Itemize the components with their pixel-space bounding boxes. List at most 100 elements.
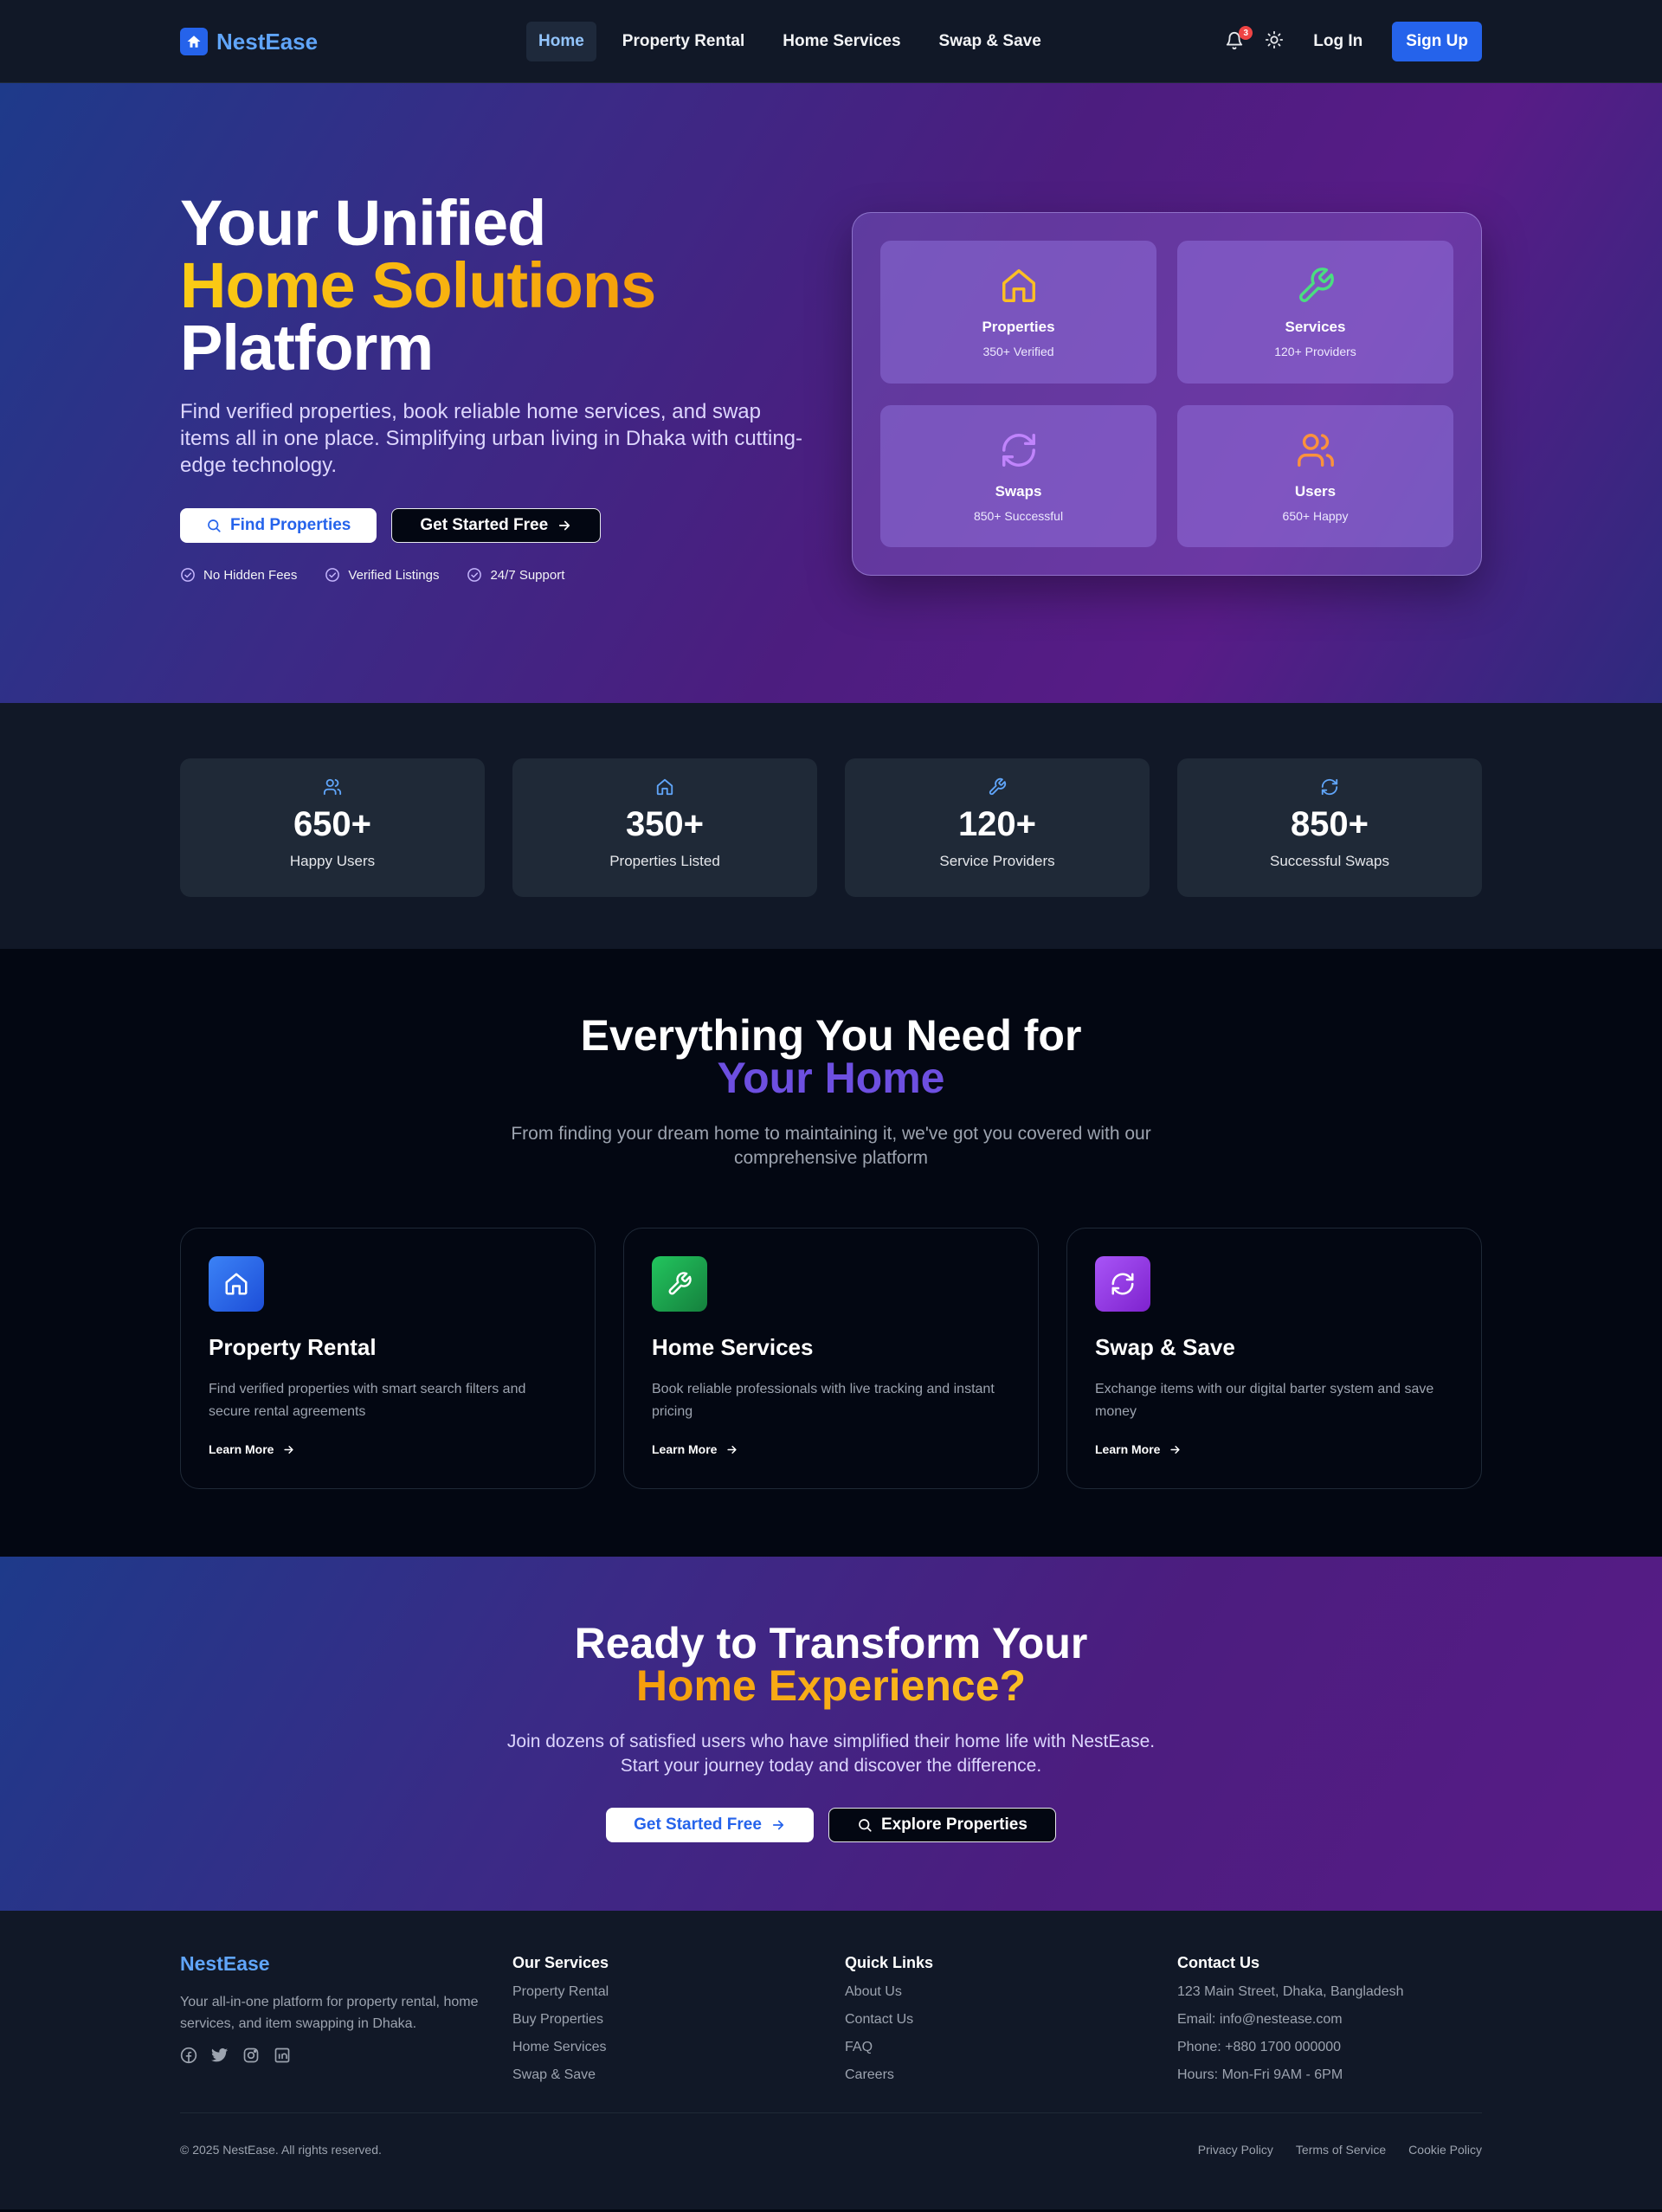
twitter-icon[interactable] xyxy=(211,2047,229,2068)
cta-title-line1: Ready to Transform Your xyxy=(574,1619,1088,1667)
wrench-icon xyxy=(1296,265,1336,306)
instagram-icon[interactable] xyxy=(242,2047,260,2068)
cta-buttons: Get Started Free Explore Properties xyxy=(180,1808,1482,1842)
home-icon xyxy=(656,778,673,796)
get-started-button[interactable]: Get Started Free xyxy=(391,508,602,543)
hero-checklist: No Hidden Fees Verified Listings 24/7 Su… xyxy=(180,567,803,583)
search-icon xyxy=(208,519,221,532)
stat-value: 120+ xyxy=(957,805,1037,843)
learn-more-link[interactable]: Learn More xyxy=(652,1442,1010,1456)
footer-link[interactable]: Swap & Save xyxy=(512,2067,817,2083)
feature-card-desc: Exchange items with our digital barter s… xyxy=(1095,1382,1434,1419)
contact-hours: Hours: Mon-Fri 9AM - 6PM xyxy=(1177,2067,1343,2082)
stat-value: 350+ xyxy=(625,805,705,843)
users-icon xyxy=(1296,429,1336,471)
check-item: Verified Listings xyxy=(325,567,439,583)
cta-explore-properties-button[interactable]: Explore Properties xyxy=(828,1808,1056,1842)
feature-card-title: Property Rental xyxy=(209,1334,377,1360)
home-icon xyxy=(209,1256,264,1312)
learn-more-link[interactable]: Learn More xyxy=(209,1442,567,1456)
arrow-right-icon xyxy=(559,520,570,531)
nav-swap-save[interactable]: Swap & Save xyxy=(927,22,1053,61)
stat-label: Happy Users xyxy=(289,853,376,869)
stat-label: Service Providers xyxy=(939,853,1055,869)
features-title-highlight: Your Home xyxy=(717,1054,945,1102)
refresh-icon xyxy=(1095,1256,1150,1312)
check-label: Verified Listings xyxy=(348,567,440,583)
cta-section: Ready to Transform Your Home Experience?… xyxy=(0,1557,1662,1911)
footer-link[interactable]: Contact Us xyxy=(845,2011,1150,2028)
check-label: No Hidden Fees xyxy=(203,567,298,583)
stats-section: 650+ Happy Users 350+ Properties Listed … xyxy=(0,703,1662,949)
panel-tile-title: Properties xyxy=(982,319,1055,336)
legal-links: Privacy Policy Terms of Service Cookie P… xyxy=(1198,2143,1482,2157)
stat-card: 350+ Properties Listed xyxy=(512,758,817,897)
features-title: Everything You Need for Your Home xyxy=(180,1014,1482,1102)
search-icon xyxy=(859,1819,872,1832)
stat-value: 850+ xyxy=(1290,805,1369,843)
cookie-policy-link[interactable]: Cookie Policy xyxy=(1408,2143,1482,2157)
panel-tile-swaps: Swaps 850+ Successful xyxy=(880,404,1156,547)
cta-explore-properties-label: Explore Properties xyxy=(880,1815,1027,1834)
facebook-icon[interactable] xyxy=(180,2047,197,2068)
terms-of-service-link[interactable]: Terms of Service xyxy=(1296,2143,1386,2157)
footer-brand[interactable]: NestEase xyxy=(180,1952,485,1976)
footer-link[interactable]: Home Services xyxy=(512,2039,817,2055)
get-started-label: Get Started Free xyxy=(420,516,549,534)
login-button[interactable]: Log In xyxy=(1303,32,1373,51)
contact-address: 123 Main Street, Dhaka, Bangladesh xyxy=(1177,1984,1404,1999)
footer-contact: Contact Us 123 Main Street, Dhaka, Bangl… xyxy=(1177,1952,1482,2083)
hero-title-line3: Platform xyxy=(180,312,434,384)
wrench-icon xyxy=(989,777,1007,796)
cta-title: Ready to Transform Your Home Experience? xyxy=(180,1622,1482,1707)
cta-subtitle: Join dozens of satisfied users who have … xyxy=(506,1732,1156,1776)
brand-logo[interactable]: NestEase xyxy=(180,28,318,55)
hero-title-highlight: Home Solutions xyxy=(180,249,656,321)
feature-cards: Property Rental Find verified properties… xyxy=(180,1228,1482,1489)
top-nav: NestEase Home Property Rental Home Servi… xyxy=(0,0,1662,83)
arrow-right-icon xyxy=(1170,1445,1181,1454)
cta-title-highlight: Home Experience? xyxy=(635,1661,1027,1710)
footer-description: Your all-in-one platform for property re… xyxy=(180,1995,479,2031)
main-nav: Home Property Rental Home Services Swap … xyxy=(526,22,1053,61)
footer-link[interactable]: About Us xyxy=(845,1983,1150,2000)
learn-more-label: Learn More xyxy=(1095,1442,1161,1456)
hero-highlights-panel: Properties 350+ Verified Services 120+ P… xyxy=(852,212,1482,576)
panel-tile-sub: 120+ Providers xyxy=(1274,345,1356,359)
linkedin-icon[interactable] xyxy=(274,2047,291,2068)
refresh-icon xyxy=(999,429,1039,471)
brand-name: NestEase xyxy=(216,28,319,55)
cta-get-started-button[interactable]: Get Started Free xyxy=(606,1808,814,1842)
footer-link[interactable]: Careers xyxy=(845,2067,1150,2083)
footer-link[interactable]: FAQ xyxy=(845,2039,1150,2055)
feature-card-title: Swap & Save xyxy=(1095,1334,1235,1360)
theme-toggle[interactable] xyxy=(1265,30,1284,54)
features-section: Everything You Need for Your Home From f… xyxy=(0,949,1662,1557)
features-title-line1: Everything You Need for xyxy=(580,1011,1082,1060)
footer-link[interactable]: Buy Properties xyxy=(512,2011,817,2028)
panel-tile-title: Services xyxy=(1285,319,1346,336)
refresh-icon xyxy=(1321,778,1338,796)
feature-card-property-rental: Property Rental Find verified properties… xyxy=(180,1228,596,1489)
nav-property-rental[interactable]: Property Rental xyxy=(610,22,757,61)
nav-home[interactable]: Home xyxy=(526,22,596,61)
footer-link[interactable]: Property Rental xyxy=(512,1983,817,2000)
find-properties-button[interactable]: Find Properties xyxy=(180,508,377,543)
panel-tile-users: Users 650+ Happy xyxy=(1177,404,1453,547)
privacy-policy-link[interactable]: Privacy Policy xyxy=(1198,2143,1273,2157)
panel-tile-sub: 350+ Verified xyxy=(982,345,1054,359)
sun-icon xyxy=(1266,30,1284,48)
feature-card-title: Home Services xyxy=(652,1334,814,1360)
stat-value: 650+ xyxy=(293,805,372,843)
learn-more-link[interactable]: Learn More xyxy=(1095,1442,1453,1456)
footer-services: Our Services Property Rental Buy Propert… xyxy=(512,1952,817,2083)
hero-title: Your Unified Home Solutions Platform xyxy=(180,191,803,380)
check-item: 24/7 Support xyxy=(467,567,564,583)
nav-home-services[interactable]: Home Services xyxy=(770,22,912,61)
nav-actions: 3 Log In Sign Up xyxy=(1225,22,1482,61)
notifications-button[interactable]: 3 xyxy=(1225,26,1253,52)
signup-button[interactable]: Sign Up xyxy=(1392,22,1482,61)
panel-tile-sub: 650+ Happy xyxy=(1282,508,1349,523)
footer-heading: Contact Us xyxy=(1177,1954,1260,1971)
hero-subtitle: Find verified properties, book reliable … xyxy=(180,400,803,477)
